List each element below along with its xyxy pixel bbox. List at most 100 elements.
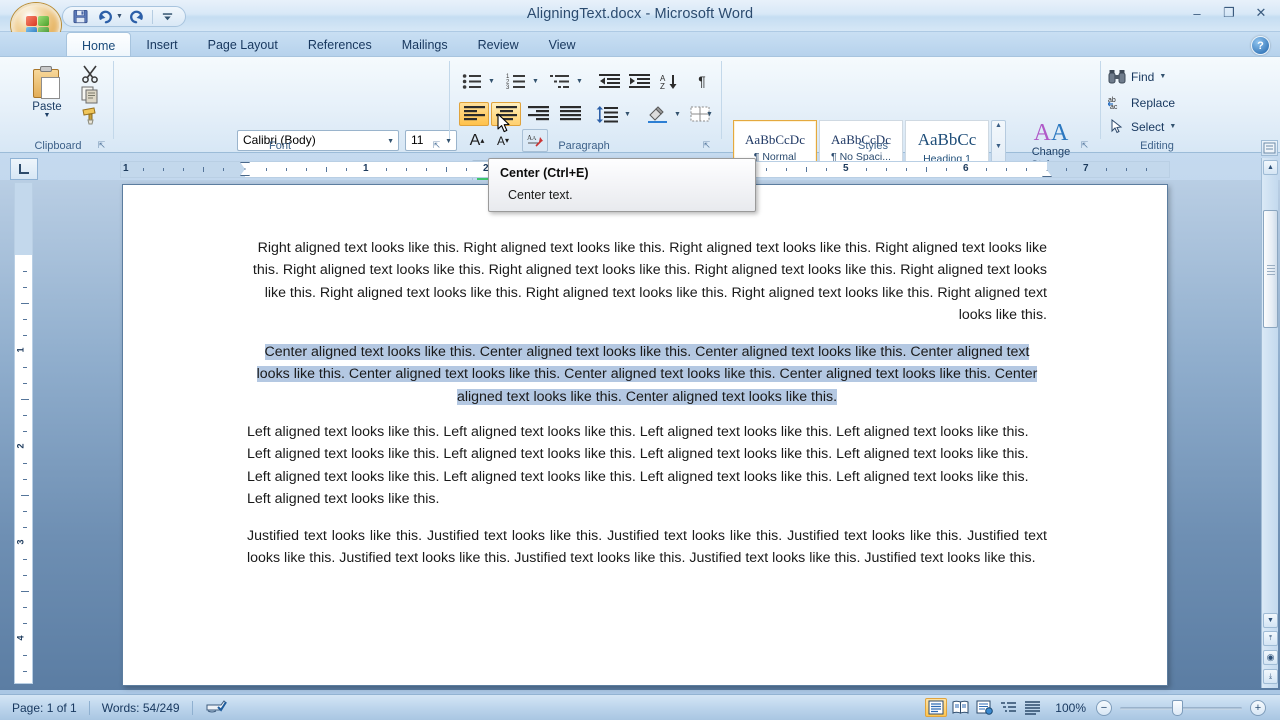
undo-button[interactable] bbox=[94, 8, 116, 26]
tab-insert[interactable]: Insert bbox=[131, 32, 192, 56]
multilevel-list-dropdown-arrow[interactable]: ▼ bbox=[573, 70, 586, 92]
scroll-down-button[interactable]: ▼ bbox=[1263, 613, 1278, 628]
previous-page-button[interactable]: ⤒ bbox=[1263, 631, 1278, 646]
tab-page-layout[interactable]: Page Layout bbox=[193, 32, 293, 56]
tab-stop-selector[interactable] bbox=[10, 158, 38, 180]
title-bar: AligningText.docx - Microsoft Word ▼ – ❐… bbox=[0, 0, 1280, 47]
page-indicator[interactable]: Page: 1 of 1 bbox=[0, 701, 89, 715]
outline-icon bbox=[1000, 702, 1016, 712]
shading-button[interactable] bbox=[643, 102, 671, 126]
vertical-ruler[interactable]: 1 2 3 4 bbox=[14, 182, 33, 684]
view-buttons bbox=[925, 698, 1051, 717]
sort-button[interactable]: A Z bbox=[657, 70, 683, 92]
increase-indent-button[interactable] bbox=[625, 70, 653, 92]
ruler-number: 6 bbox=[963, 163, 969, 174]
ruler-number: 1 bbox=[123, 163, 129, 174]
word-count-indicator[interactable]: Words: 54/249 bbox=[90, 701, 192, 715]
web-layout-view-button[interactable] bbox=[973, 698, 995, 717]
group-label-editing: Editing bbox=[1140, 140, 1174, 152]
bullets-button[interactable] bbox=[459, 70, 485, 92]
numbering-dropdown-arrow[interactable]: ▼ bbox=[529, 70, 542, 92]
scroll-up-button[interactable]: ▲ bbox=[1263, 160, 1278, 175]
tab-review[interactable]: Review bbox=[463, 32, 534, 56]
zoom-slider[interactable] bbox=[1120, 699, 1242, 716]
align-left-button[interactable] bbox=[459, 102, 489, 126]
select-browse-object-button[interactable]: ◉ bbox=[1263, 650, 1278, 665]
ruler-number: 4 bbox=[15, 635, 26, 641]
show-paragraph-marks-button[interactable]: ¶ bbox=[689, 70, 715, 92]
top-margin-zone bbox=[15, 183, 32, 255]
copy-button[interactable] bbox=[80, 85, 104, 106]
font-dialog-launcher[interactable]: ⇱ bbox=[431, 140, 442, 151]
paragraph-justified[interactable]: Justified text looks like this. Justifie… bbox=[247, 525, 1047, 570]
align-left-icon bbox=[463, 106, 485, 121]
styles-dialog-launcher[interactable]: ⇱ bbox=[1079, 140, 1090, 151]
cut-button[interactable] bbox=[80, 64, 104, 85]
scroll-up-icon[interactable]: ▲ bbox=[995, 122, 1002, 129]
zoom-out-button[interactable]: − bbox=[1096, 699, 1112, 716]
justify-icon bbox=[559, 106, 581, 121]
save-button[interactable] bbox=[69, 8, 91, 26]
tab-view[interactable]: View bbox=[534, 32, 591, 56]
customize-quick-access-toolbar-button[interactable] bbox=[157, 8, 179, 26]
full-screen-reading-view-button[interactable] bbox=[949, 698, 971, 717]
ribbon-group-paragraph: ▼ 1 2 3 ▼ ▼ A Z ¶ ▼ ▼ ▼ Paragraph ⇱ bbox=[451, 58, 717, 153]
web-layout-icon bbox=[976, 700, 993, 715]
minimize-button[interactable]: – bbox=[1184, 4, 1210, 22]
undo-dropdown-arrow[interactable]: ▼ bbox=[116, 13, 123, 20]
decrease-indent-button[interactable] bbox=[595, 70, 623, 92]
paragraph-right-aligned[interactable]: Right aligned text looks like this. Righ… bbox=[247, 237, 1047, 327]
proofing-status-button[interactable] bbox=[193, 699, 239, 717]
zoom-in-button[interactable]: + bbox=[1250, 699, 1266, 716]
help-button[interactable]: ? bbox=[1251, 36, 1270, 55]
split-window-icon bbox=[1263, 142, 1276, 154]
outline-view-button[interactable] bbox=[997, 698, 1019, 717]
paste-dropdown-arrow[interactable]: ▼ bbox=[44, 112, 51, 119]
tab-mailings[interactable]: Mailings bbox=[387, 32, 463, 56]
maximize-button[interactable]: ❐ bbox=[1216, 4, 1242, 22]
vertical-scrollbar[interactable]: ▲ ▼ ⤒ ◉ ⤓ bbox=[1261, 158, 1278, 688]
draft-view-button[interactable] bbox=[1021, 698, 1043, 717]
select-button[interactable]: Select ▼ bbox=[1108, 116, 1176, 137]
pilcrow-icon: ¶ bbox=[698, 73, 706, 89]
paragraph-center-aligned-selected[interactable]: Center aligned text looks like this. Cen… bbox=[247, 341, 1047, 408]
zoom-slider-thumb[interactable] bbox=[1172, 699, 1183, 716]
close-button[interactable]: ✕ bbox=[1248, 4, 1274, 22]
find-button[interactable]: Find ▼ bbox=[1108, 66, 1166, 87]
ribbon-group-clipboard: Paste ▼ Clipboard ⇱ bbox=[4, 58, 112, 153]
ruler-number: 1 bbox=[15, 347, 26, 353]
tab-home[interactable]: Home bbox=[66, 32, 132, 56]
document-page[interactable]: Right aligned text looks like this. Righ… bbox=[122, 184, 1168, 686]
paragraph-dialog-launcher[interactable]: ⇱ bbox=[701, 140, 712, 151]
clipboard-dialog-launcher[interactable]: ⇱ bbox=[96, 140, 107, 151]
svg-text:3: 3 bbox=[506, 85, 510, 90]
paste-button[interactable]: Paste ▼ bbox=[18, 64, 76, 130]
replace-icon: ab ac bbox=[1108, 97, 1118, 110]
paragraph-left-aligned[interactable]: Left aligned text looks like this. Left … bbox=[247, 421, 1047, 511]
align-right-button[interactable] bbox=[523, 102, 553, 126]
split-window-handle[interactable] bbox=[1261, 140, 1278, 156]
redo-button[interactable] bbox=[126, 8, 148, 26]
print-layout-view-button[interactable] bbox=[925, 698, 948, 717]
scrollbar-thumb[interactable] bbox=[1263, 210, 1278, 328]
borders-dropdown-arrow[interactable]: ▼ bbox=[703, 102, 716, 126]
next-page-button[interactable]: ⤓ bbox=[1263, 669, 1278, 684]
find-dropdown-arrow[interactable]: ▼ bbox=[1159, 73, 1166, 80]
zoom-level-label[interactable]: 100% bbox=[1051, 701, 1096, 715]
justify-button[interactable] bbox=[555, 102, 585, 126]
multilevel-list-button[interactable] bbox=[547, 70, 573, 92]
tooltip-body: Center text. bbox=[508, 188, 573, 202]
replace-button[interactable]: ab ac Replace bbox=[1108, 92, 1175, 113]
numbering-button[interactable]: 1 2 3 bbox=[503, 70, 529, 92]
line-spacing-dropdown-arrow[interactable]: ▼ bbox=[621, 102, 634, 126]
select-dropdown-arrow[interactable]: ▼ bbox=[1169, 123, 1176, 130]
paragraph-text: Left aligned text looks like this. Left … bbox=[247, 424, 1029, 508]
shading-dropdown-arrow[interactable]: ▼ bbox=[671, 102, 684, 126]
bullet-list-icon bbox=[462, 73, 481, 89]
tab-references[interactable]: References bbox=[293, 32, 387, 56]
line-spacing-button[interactable] bbox=[593, 102, 621, 126]
decrease-indent-icon bbox=[598, 73, 620, 88]
bullets-dropdown-arrow[interactable]: ▼ bbox=[485, 70, 498, 92]
format-painter-button[interactable] bbox=[80, 106, 104, 127]
undo-icon bbox=[99, 10, 112, 23]
